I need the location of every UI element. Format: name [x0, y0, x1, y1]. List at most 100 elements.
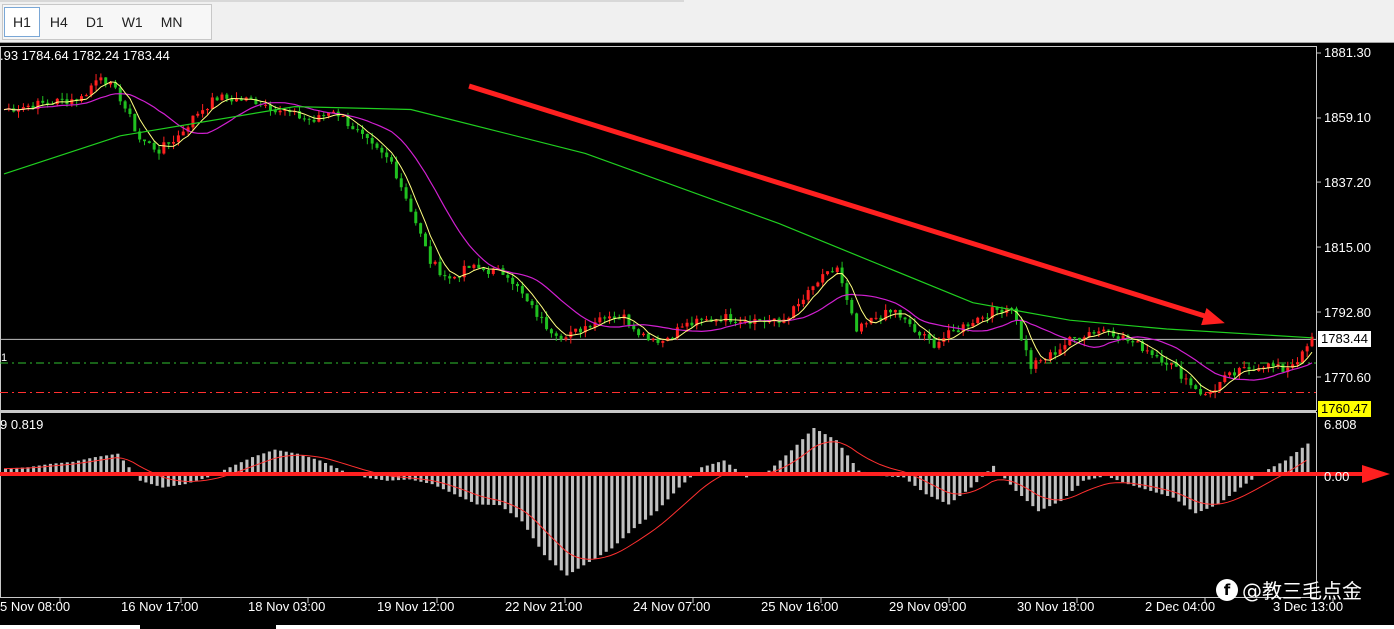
candle-body — [801, 299, 805, 305]
candle-body — [41, 100, 45, 103]
candle-body — [162, 142, 166, 154]
price-tick: 1792.80 — [1324, 305, 1371, 320]
candle-body — [1170, 363, 1174, 365]
tab-timeframe-h4[interactable]: H4 — [42, 7, 76, 37]
macd-histogram-bar — [447, 474, 451, 492]
candle-body — [453, 276, 457, 279]
macd-histogram-bar — [520, 474, 524, 522]
macd-histogram-bar — [82, 459, 86, 474]
macd-histogram-bar — [1154, 474, 1158, 493]
macd-histogram-bar — [1188, 474, 1192, 510]
candle-body — [1077, 337, 1081, 341]
candle-body — [1053, 352, 1057, 355]
candle-body — [1228, 372, 1232, 376]
candle-body — [971, 323, 975, 327]
macd-zero-arrow-head — [1362, 465, 1390, 483]
macd-histogram-bar — [88, 458, 92, 474]
candle-body — [249, 97, 253, 99]
bottom-scroll-track[interactable] — [276, 625, 1394, 629]
candle-body — [627, 314, 631, 326]
candle-body — [704, 319, 708, 321]
macd-top-value: 6.808 — [1324, 417, 1357, 432]
candle-body — [167, 142, 171, 144]
macd-histogram-bar — [1239, 474, 1243, 488]
macd-histogram-bar — [312, 458, 316, 474]
candle-body — [637, 329, 641, 336]
macd-histogram-bar — [1227, 474, 1231, 496]
macd-histogram-bar — [1166, 474, 1170, 496]
macd-histogram-bar — [1042, 474, 1046, 509]
candle-body — [1048, 352, 1052, 360]
candle-body — [574, 328, 578, 332]
candle-body — [903, 317, 907, 320]
bottom-tab[interactable] — [0, 625, 140, 629]
candle-body — [307, 118, 311, 120]
macd-histogram-bar — [514, 474, 518, 518]
candle-body — [1247, 367, 1251, 370]
timeframe-toolbar: H1 H4 D1 W1 MN — [0, 0, 1394, 43]
macd-histogram-bar — [1289, 456, 1293, 474]
candle-body — [1242, 367, 1246, 369]
candle-body — [1131, 341, 1135, 343]
candle-body — [399, 178, 403, 188]
candle-body — [172, 141, 176, 144]
macd-histogram-bar — [1070, 474, 1074, 491]
macd-histogram-bar — [105, 455, 109, 474]
tab-timeframe-d1[interactable]: D1 — [78, 7, 112, 37]
time-axis-label: 29 Nov 09:00 — [889, 599, 967, 614]
tab-timeframe-mn[interactable]: MN — [153, 7, 191, 37]
tab-timeframe-w1[interactable]: W1 — [114, 7, 151, 37]
macd-histogram-bar — [1048, 474, 1052, 507]
candle-body — [60, 98, 64, 100]
macd-histogram-bar — [1283, 460, 1288, 474]
price-tick: 1859.10 — [1324, 110, 1371, 125]
candle-body — [1107, 329, 1111, 331]
candle-body — [821, 274, 825, 283]
timeframe-group: H1 H4 D1 W1 MN — [2, 4, 212, 40]
candle-body — [486, 270, 490, 274]
candle-body — [598, 317, 602, 323]
tab-timeframe-h1[interactable]: H1 — [4, 7, 40, 37]
candle-body — [608, 316, 612, 319]
macd-histogram-bar — [582, 474, 586, 566]
candle-body — [830, 271, 834, 273]
macd-histogram-bar — [565, 474, 569, 576]
candle-body — [811, 286, 815, 291]
price-chart[interactable] — [0, 42, 1394, 621]
macd-histogram-bar — [778, 460, 782, 474]
ohlc-readout: .93 1784.64 1782.24 1783.44 — [0, 48, 170, 63]
candle-body — [850, 299, 854, 314]
candle-body — [1111, 330, 1115, 337]
candle-body — [932, 338, 936, 348]
candle-body — [661, 340, 665, 343]
macd-histogram-bar — [1059, 474, 1063, 502]
candle-body — [1281, 364, 1285, 373]
candle-body — [525, 293, 529, 302]
time-axis-label: 2 Dec 04:00 — [1145, 599, 1216, 614]
candle-body — [864, 323, 868, 325]
macd-histogram-bar — [99, 456, 103, 474]
candle-body — [467, 265, 471, 268]
candle-body — [893, 310, 897, 313]
candle-body — [1189, 378, 1193, 386]
current-price-label: 1783.44 — [1318, 331, 1371, 347]
candle-body — [191, 115, 195, 128]
candle-body — [1092, 332, 1096, 334]
candle-body — [312, 119, 316, 122]
macd-histogram-bar — [469, 474, 474, 502]
candle-body — [1097, 331, 1101, 334]
macd-histogram-bar — [570, 474, 575, 573]
candle-body — [1029, 350, 1033, 369]
candle-body — [617, 318, 621, 320]
macd-histogram-bar — [969, 474, 973, 488]
macd-histogram-bar — [1295, 452, 1299, 474]
candle-body — [482, 268, 486, 271]
macd-histogram-bar — [1036, 474, 1041, 512]
macd-histogram-bar — [1194, 474, 1198, 514]
candle-body — [1039, 360, 1043, 362]
macd-histogram-bar — [273, 449, 277, 474]
candle-body — [375, 143, 379, 148]
candle-body — [569, 331, 573, 338]
macd-histogram-bar — [587, 474, 591, 562]
candle-body — [1160, 356, 1164, 363]
